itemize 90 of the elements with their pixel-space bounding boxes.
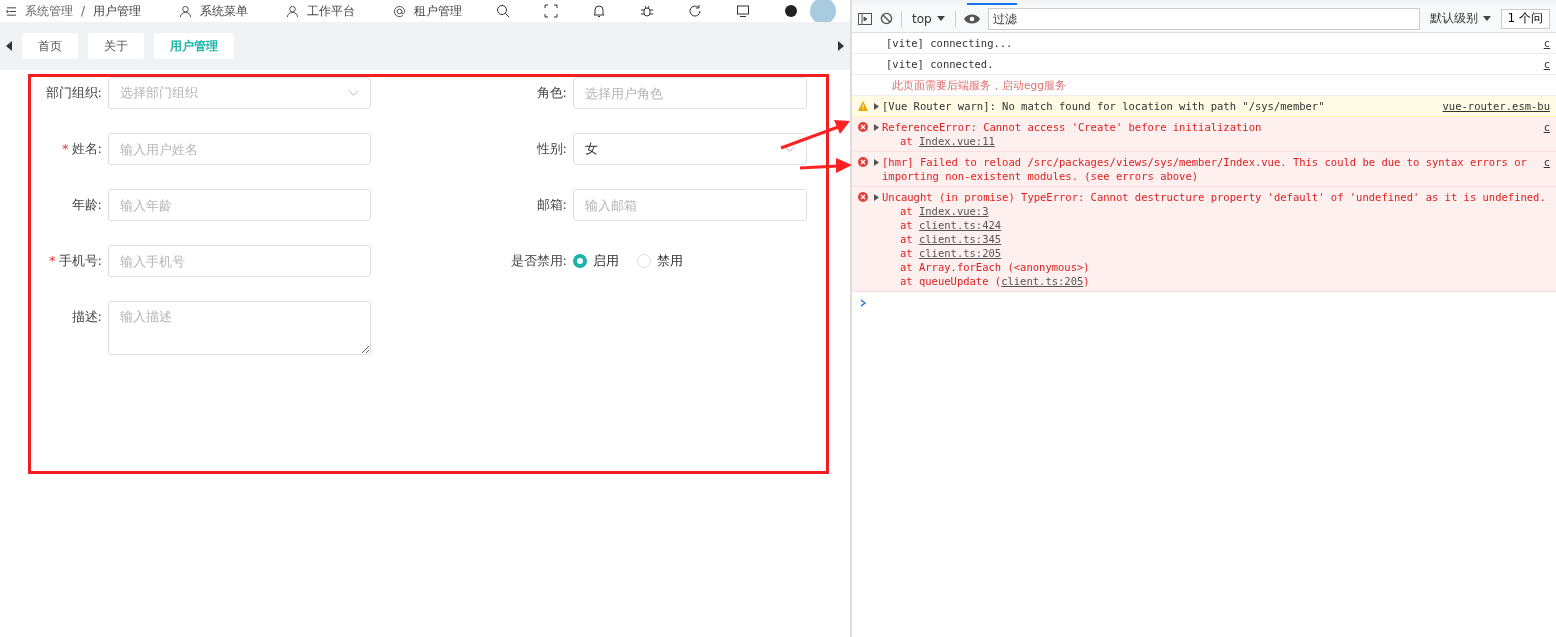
header-menu-item[interactable]: 系统菜单 [200, 2, 249, 20]
expand-triangle-icon[interactable] [874, 103, 879, 110]
source-link[interactable]: c [1543, 36, 1550, 50]
stack-frame-link[interactable]: Index.vue:11 [918, 135, 995, 147]
console-message: Uncaught (in promise) TypeError: Cannot destructure property 'default' of 'undefined' as it is undefined. [882, 190, 1546, 204]
error-icon [858, 122, 868, 132]
prompt-chevron-icon[interactable] [860, 299, 866, 307]
stack-frame-text: at queueUpdate ( [900, 275, 1002, 287]
stack-frame-text: ) [1083, 275, 1090, 287]
field-label: 性别: [536, 140, 567, 158]
field-label: 邮箱: [536, 196, 567, 214]
console-message: [hmr] Failed to reload /src/packages/views/sys/member/Index.vue. This could be due to syntax errors or importing non-existent modules. (see errors above) [882, 155, 1528, 183]
page-tab[interactable]: 关于 [88, 33, 144, 59]
source-link[interactable]: vue-router.esm-bu [1442, 99, 1550, 113]
radio-label[interactable]: 禁用 [657, 252, 683, 270]
input-field[interactable]: 输入邮箱 [573, 189, 807, 221]
stack-frame-text: at [900, 135, 914, 147]
stack-frame-text: at Array.forEach (<anonymous>) [900, 261, 1090, 273]
stack-frame-link[interactable]: Index.vue:3 [918, 205, 989, 217]
field-label: 角色: [536, 84, 567, 102]
field-label: 是否禁用: [510, 252, 567, 270]
search-icon[interactable] [496, 4, 511, 18]
console-message: ReferenceError: Cannot access 'Create' before initialization [882, 120, 1262, 134]
console-message: 此页面需要后端服务，启动egg服务 [891, 78, 1066, 92]
radio-label[interactable]: 启用 [593, 252, 619, 270]
required-asterisk: * [49, 252, 56, 270]
chevron-down-icon [784, 145, 795, 153]
field-label: 年龄: [71, 196, 102, 214]
eye-icon[interactable] [963, 13, 980, 24]
header-menu-item[interactable]: 工作平台 [307, 2, 356, 20]
input-field[interactable]: 选择用户角色 [573, 77, 807, 109]
expand-triangle-icon[interactable] [874, 159, 879, 166]
devtools-active-tab-indicator [967, 3, 1017, 5]
field-label: 描述: [71, 308, 102, 326]
stack-frame-text: at [900, 219, 914, 231]
console-message: [vite] connected. [886, 57, 994, 71]
console-message: [Vue Router warn]: No match found for location with path "/sys/member" [882, 99, 1325, 113]
filter-field[interactable]: 过滤 [987, 7, 1420, 30]
menu-icon[interactable] [6, 5, 17, 17]
radio-button[interactable] [573, 254, 587, 268]
source-link[interactable]: c [1543, 120, 1550, 134]
expand-triangle-icon[interactable] [874, 124, 879, 131]
context-dropdown[interactable]: top [910, 11, 947, 26]
annotation-arrow [780, 120, 850, 150]
stack-frame-text: at [900, 205, 914, 217]
log-level-dropdown[interactable]: 默认级别 [1427, 10, 1493, 27]
monitor-icon[interactable] [736, 4, 751, 18]
bug-icon[interactable] [640, 4, 655, 18]
field-label: 姓名: [71, 140, 102, 158]
input-field[interactable]: 输入手机号 [108, 245, 371, 277]
caret-icon [936, 16, 945, 21]
stack-frame-text: at [900, 247, 914, 259]
caret-icon [1482, 16, 1491, 21]
field-label: 部门组织: [45, 84, 102, 102]
field-label: 手机号: [58, 252, 102, 270]
breadcrumb-link[interactable]: 系统管理 [25, 2, 73, 20]
stack-frame-link[interactable]: client.ts:205 [1001, 275, 1084, 287]
bell-icon[interactable] [592, 4, 607, 18]
expand-triangle-icon[interactable] [874, 194, 879, 201]
refresh-icon[interactable] [688, 4, 703, 18]
error-icon [858, 192, 868, 202]
stack-frame-link[interactable]: client.ts:424 [918, 219, 1002, 231]
textarea-field[interactable]: 输入描述 [108, 301, 371, 355]
source-link[interactable]: c [1543, 57, 1550, 71]
stack-frame-link[interactable]: client.ts:205 [918, 247, 1002, 259]
scroll-left-icon[interactable] [6, 41, 12, 51]
clear-console-icon[interactable] [880, 12, 893, 25]
breadcrumb-current: 用户管理 [93, 2, 142, 20]
warning-icon [858, 101, 868, 111]
chevron-down-icon [348, 89, 359, 97]
select-field[interactable]: 女 [573, 133, 807, 165]
input-field[interactable]: 输入用户姓名 [108, 133, 371, 165]
error-icon [858, 157, 868, 167]
annotation-arrow [799, 158, 852, 173]
required-asterisk: * [62, 140, 69, 158]
console-message: [vite] connecting... [886, 36, 1013, 50]
stack-frame-text: at [900, 233, 914, 245]
stack-frame-link[interactable]: client.ts:345 [918, 233, 1002, 245]
input-field[interactable]: 输入年龄 [108, 189, 371, 221]
breadcrumb-separator: / [81, 4, 86, 18]
page-tab[interactable]: 首页 [22, 33, 78, 59]
user-icon [286, 4, 300, 18]
header-menu-item[interactable]: 租户管理 [414, 2, 463, 20]
sidebar-toggle-icon[interactable] [858, 12, 872, 25]
scroll-right-icon[interactable] [838, 41, 844, 51]
issues-button[interactable]: 1 个问 [1500, 8, 1550, 29]
at-icon [393, 4, 407, 18]
fullscreen-icon[interactable] [544, 4, 559, 18]
source-link[interactable]: c [1543, 155, 1550, 169]
user-icon [179, 4, 193, 18]
